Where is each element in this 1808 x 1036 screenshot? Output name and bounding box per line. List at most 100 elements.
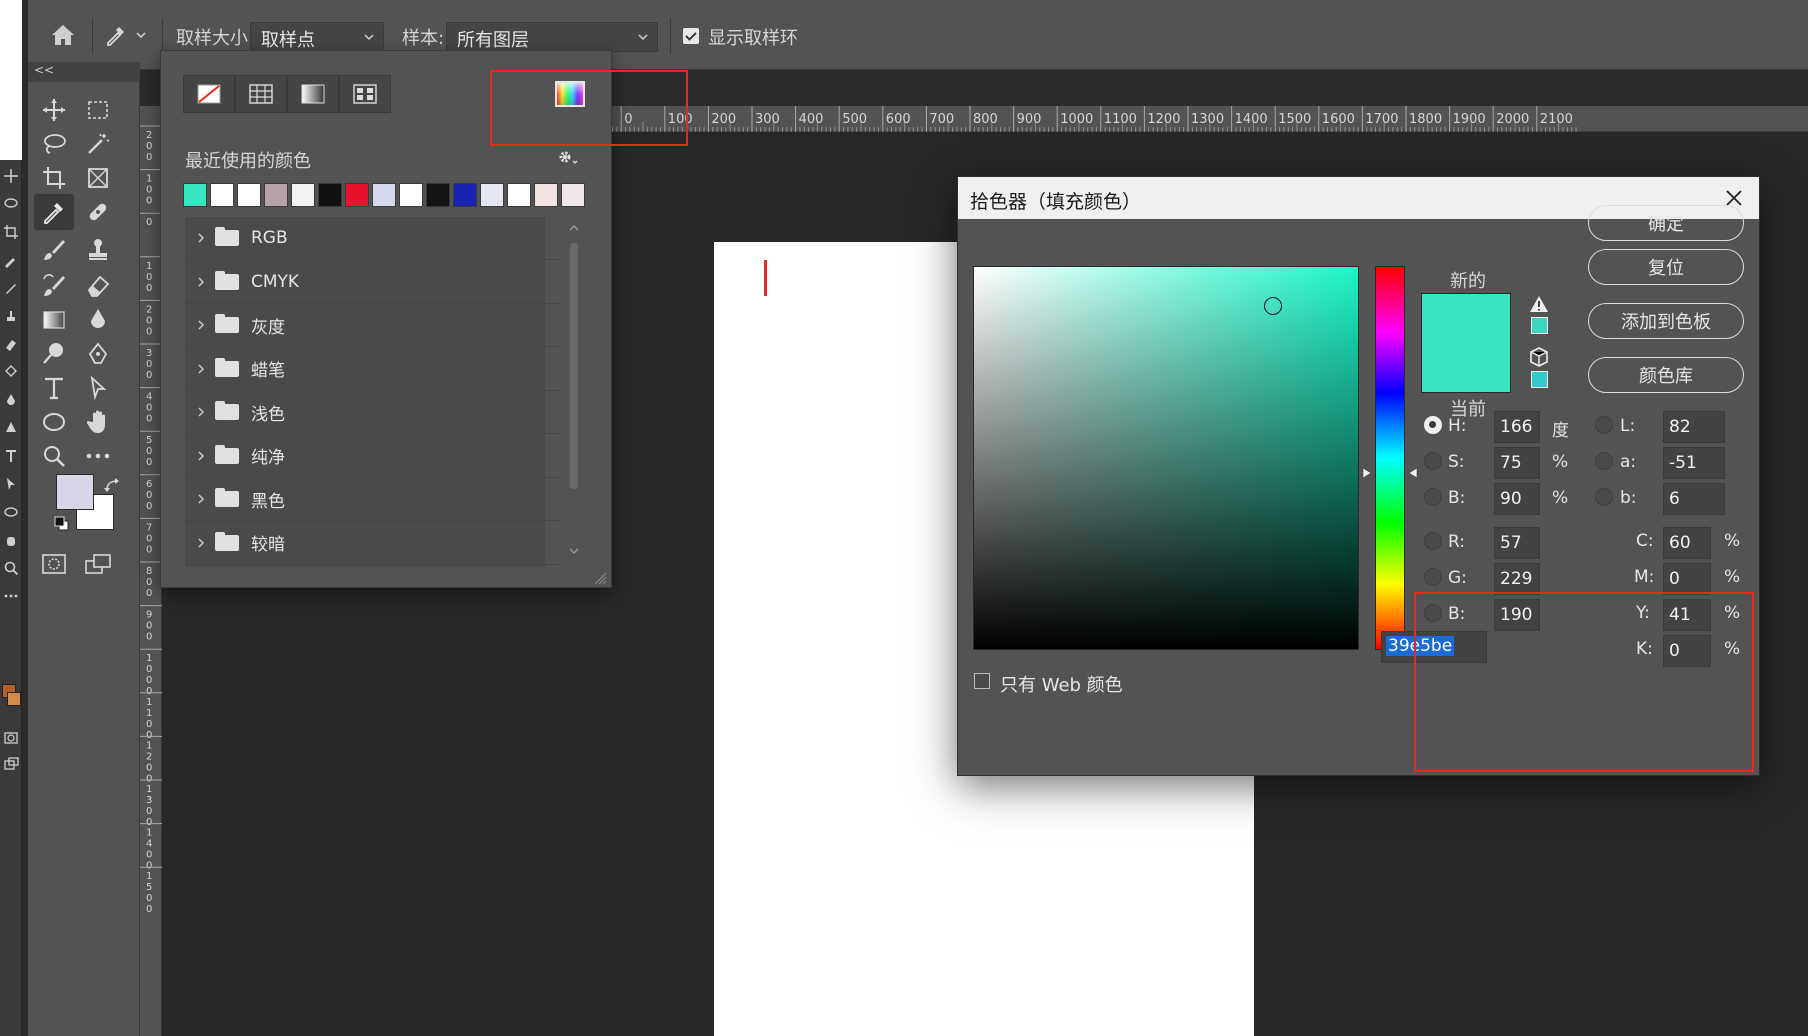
recent-color-swatch[interactable]: [561, 183, 585, 207]
blur-tool[interactable]: [78, 302, 118, 338]
more-tools-button[interactable]: [78, 438, 118, 474]
b-radio[interactable]: [1424, 488, 1442, 506]
eyedropper-mini-icon[interactable]: [3, 252, 19, 268]
c-input[interactable]: 60: [1663, 527, 1711, 559]
ellipse-tool[interactable]: [34, 404, 74, 440]
gradient-tool[interactable]: [34, 302, 74, 338]
r-radio[interactable]: [1424, 532, 1442, 550]
sample-select[interactable]: 所有图层: [446, 22, 658, 52]
tool-preset-picker[interactable]: [104, 18, 154, 52]
lab-b-radio[interactable]: [1595, 488, 1613, 506]
sample-size-select[interactable]: 取样点: [250, 22, 384, 52]
recent-color-swatch[interactable]: [264, 183, 288, 207]
cube-icon[interactable]: [1529, 347, 1549, 367]
swatch-folder-item[interactable]: 较暗: [185, 522, 561, 565]
select-mini-icon[interactable]: [3, 476, 19, 492]
home-button[interactable]: [48, 20, 78, 50]
pen-tool[interactable]: [78, 336, 118, 372]
chevron-right-icon[interactable]: [197, 319, 205, 331]
lasso-mini-icon[interactable]: [3, 196, 19, 212]
g-input[interactable]: 229: [1494, 563, 1540, 595]
ellipse-mini-icon[interactable]: [3, 504, 19, 520]
drop-mini-icon[interactable]: [3, 392, 19, 408]
gradient-button[interactable]: [287, 75, 339, 113]
type-tool[interactable]: [34, 370, 74, 406]
ok-button[interactable]: 确定: [1588, 205, 1744, 241]
hand-tool[interactable]: [78, 404, 118, 440]
swatch-folder-item[interactable]: 灰度: [185, 304, 561, 347]
pattern-button[interactable]: [339, 75, 391, 113]
lab-a-radio[interactable]: [1595, 452, 1613, 470]
recent-color-swatch[interactable]: [183, 183, 207, 207]
gamut-warning-icon[interactable]: [1529, 295, 1549, 313]
recent-color-swatch[interactable]: [534, 183, 558, 207]
screen-mode-button[interactable]: [78, 546, 118, 582]
chevron-right-icon[interactable]: [197, 232, 205, 244]
saturation-brightness-field[interactable]: [973, 266, 1359, 650]
history-brush-tool[interactable]: [34, 268, 74, 304]
eraser-tool[interactable]: [78, 268, 118, 304]
recent-color-swatch[interactable]: [399, 183, 423, 207]
gear-icon[interactable]: [557, 149, 579, 167]
zoom-tool[interactable]: [34, 438, 74, 474]
lab-l-input[interactable]: 82: [1663, 411, 1725, 443]
lab-l-radio[interactable]: [1595, 416, 1613, 434]
chevron-right-icon[interactable]: [197, 406, 205, 418]
chevron-right-icon[interactable]: [197, 493, 205, 505]
lab-b-input[interactable]: 6: [1663, 483, 1725, 515]
chevron-right-icon[interactable]: [197, 450, 205, 462]
type-mini-icon[interactable]: [3, 448, 19, 464]
pen-mini-icon[interactable]: [3, 420, 19, 436]
toolbox-collapse-button[interactable]: <<: [34, 63, 54, 77]
s-input[interactable]: 75: [1494, 447, 1540, 479]
recent-color-swatch[interactable]: [210, 183, 234, 207]
recent-color-swatch[interactable]: [480, 183, 504, 207]
hue-slider-left-arrow[interactable]: [1362, 467, 1372, 479]
swatch-folder-item[interactable]: CMYK: [185, 261, 561, 304]
dodge-tool[interactable]: [34, 336, 74, 372]
crop-mini-icon[interactable]: [3, 224, 19, 240]
eyedropper-tool[interactable]: [34, 194, 74, 230]
brush-mini-icon[interactable]: [3, 280, 19, 296]
swatch-folder-item[interactable]: 纯净: [185, 435, 561, 478]
web-safe-swatch[interactable]: [1531, 371, 1548, 388]
h-input[interactable]: 166: [1494, 411, 1540, 443]
reset-button[interactable]: 复位: [1588, 249, 1744, 285]
color-libraries-button[interactable]: 颜色库: [1588, 357, 1744, 393]
mini-background-swatch[interactable]: [7, 692, 21, 706]
recent-color-swatch[interactable]: [318, 183, 342, 207]
vertical-ruler[interactable]: 2001000100200300400500600700800900100011…: [140, 120, 162, 1036]
hue-slider-right-arrow[interactable]: [1408, 467, 1418, 479]
chevron-right-icon[interactable]: [197, 537, 205, 549]
recent-color-swatch[interactable]: [453, 183, 477, 207]
lasso-tool[interactable]: [34, 126, 74, 162]
marquee-tool[interactable]: [78, 92, 118, 128]
recent-color-swatch[interactable]: [426, 183, 450, 207]
stamp-mini-icon[interactable]: [3, 308, 19, 324]
swatch-folder-item[interactable]: 黑色: [185, 478, 561, 521]
m-input[interactable]: 0: [1663, 563, 1711, 595]
color-selection-ring[interactable]: [1264, 297, 1282, 315]
brush-tool[interactable]: [34, 232, 74, 268]
lab-a-input[interactable]: -51: [1663, 447, 1725, 479]
recent-color-swatch[interactable]: [237, 183, 261, 207]
web-only-checkbox[interactable]: [974, 673, 990, 689]
g-radio[interactable]: [1424, 568, 1442, 586]
no-color-button[interactable]: [183, 75, 235, 113]
h-radio[interactable]: [1424, 416, 1442, 434]
resize-grip-icon[interactable]: [593, 571, 607, 585]
swatch-folder-item[interactable]: RGB: [185, 217, 561, 260]
add-to-swatches-button[interactable]: 添加到色板: [1588, 303, 1744, 339]
hue-slider[interactable]: [1375, 266, 1405, 650]
zoom-mini-icon[interactable]: [3, 560, 19, 576]
crop-tool[interactable]: [34, 160, 74, 196]
swatch-folder-item[interactable]: 蜡笔: [185, 348, 561, 391]
swatch-folder-item[interactable]: 浅色: [185, 391, 561, 434]
bucket-mini-icon[interactable]: [3, 364, 19, 380]
foreground-color-swatch[interactable]: [56, 474, 94, 510]
eraser-mini-icon[interactable]: [3, 336, 19, 352]
show-sampling-ring-checkbox[interactable]: [683, 28, 699, 44]
gamut-correction-swatch[interactable]: [1531, 317, 1548, 334]
swap-colors-icon[interactable]: [104, 478, 122, 494]
r-input[interactable]: 57: [1494, 527, 1540, 559]
